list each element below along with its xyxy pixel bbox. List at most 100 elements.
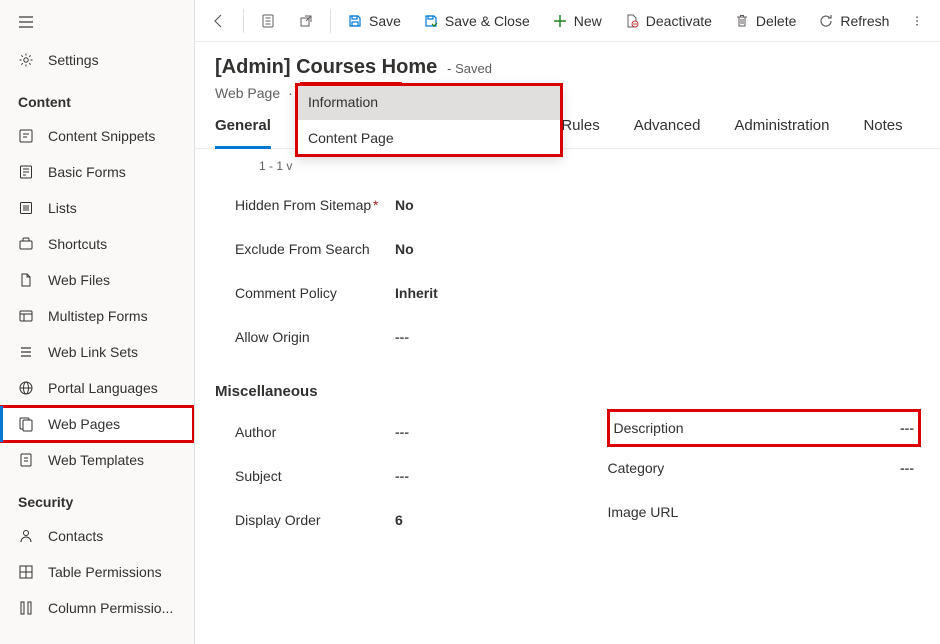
sidebar-label: Web Pages [48, 416, 120, 432]
dropdown-item-content-page[interactable]: Content Page [296, 120, 562, 156]
popout-button[interactable] [288, 7, 324, 35]
truncated-partial-row: 1 - 1 v [235, 159, 920, 173]
command-bar: Save Save & Close New Deactivate Delete … [195, 0, 940, 42]
sidebar-label: Portal Languages [48, 380, 158, 396]
sidebar-item-content-snippets[interactable]: Content Snippets [0, 118, 194, 154]
column-icon [18, 600, 34, 616]
save-icon [347, 13, 363, 29]
field-image-url[interactable]: Image URL [608, 490, 921, 534]
list-icon [18, 200, 34, 216]
sidebar-item-web-link-sets[interactable]: Web Link Sets [0, 334, 194, 370]
sidebar-item-portal-languages[interactable]: Portal Languages [0, 370, 194, 406]
field-value: No [395, 241, 414, 257]
hamburger-menu[interactable] [0, 0, 194, 42]
field-subject[interactable]: Subject --- [235, 454, 548, 498]
sidebar-item-shortcuts[interactable]: Shortcuts [0, 226, 194, 262]
page-title: [Admin] Courses Home [215, 56, 437, 79]
field-label: Description [614, 420, 754, 436]
field-allow-origin[interactable]: Allow Origin --- [235, 315, 920, 359]
new-button[interactable]: New [542, 7, 612, 35]
sidebar-label: Lists [48, 200, 77, 216]
deactivate-label: Deactivate [646, 13, 712, 29]
back-button[interactable] [201, 7, 237, 35]
form-body: 1 - 1 v Hidden From Sitemap* No Exclude … [195, 149, 940, 644]
linkset-icon [18, 344, 34, 360]
field-value: --- [395, 329, 409, 345]
tab-advanced[interactable]: Advanced [634, 117, 701, 148]
tab-notes[interactable]: Notes [863, 117, 902, 148]
tab-general[interactable]: General [215, 117, 271, 149]
deactivate-icon [624, 13, 640, 29]
refresh-icon [818, 13, 834, 29]
form-icon [18, 164, 34, 180]
field-description[interactable]: Description --- [608, 410, 921, 446]
field-label: Hidden From Sitemap* [235, 197, 395, 213]
sidebar-label: Contacts [48, 528, 103, 544]
hamburger-icon [18, 14, 34, 30]
page-icon [18, 416, 34, 432]
sidebar-item-contacts[interactable]: Contacts [0, 518, 194, 554]
more-vertical-icon [911, 13, 923, 29]
tab-administration[interactable]: Administration [734, 117, 829, 148]
page-status: - Saved [447, 61, 492, 76]
dropdown-item-information[interactable]: Information [296, 84, 562, 120]
field-value: 6 [395, 512, 403, 528]
gear-icon [18, 52, 34, 68]
field-value: --- [395, 424, 409, 440]
record-set-icon [260, 13, 276, 29]
sidebar-label: Shortcuts [48, 236, 107, 252]
multistep-icon [18, 308, 34, 324]
file-icon [18, 272, 34, 288]
sidebar-label: Column Permissio... [48, 600, 173, 616]
sidebar: Settings Content Content Snippets Basic … [0, 0, 195, 644]
field-category[interactable]: Category --- [608, 446, 921, 490]
field-value: --- [900, 420, 914, 436]
sidebar-item-column-permissions[interactable]: Column Permissio... [0, 590, 194, 626]
sidebar-item-web-files[interactable]: Web Files [0, 262, 194, 298]
saveclose-label: Save & Close [445, 13, 530, 29]
field-exclude-from-search[interactable]: Exclude From Search No [235, 227, 920, 271]
section-miscellaneous: Miscellaneous [215, 383, 920, 400]
field-hidden-from-sitemap[interactable]: Hidden From Sitemap* No [235, 183, 920, 227]
section-content-title: Content [0, 78, 194, 118]
field-value: --- [900, 460, 920, 476]
sidebar-label: Web Link Sets [48, 344, 138, 360]
field-label: Category [608, 460, 768, 476]
open-record-set-button[interactable] [250, 7, 286, 35]
trash-icon [734, 13, 750, 29]
form-selector-dropdown: Information Content Page [296, 84, 562, 156]
more-commands-button[interactable] [901, 7, 933, 35]
entity-name: Web Page [215, 85, 280, 101]
main-content: Save Save & Close New Deactivate Delete … [195, 0, 940, 644]
field-display-order[interactable]: Display Order 6 [235, 498, 548, 542]
field-comment-policy[interactable]: Comment Policy Inherit [235, 271, 920, 315]
sidebar-item-web-templates[interactable]: Web Templates [0, 442, 194, 478]
saveclose-icon [423, 13, 439, 29]
sidebar-item-table-permissions[interactable]: Table Permissions [0, 554, 194, 590]
field-value: No [395, 197, 414, 213]
sidebar-label: Web Templates [48, 452, 144, 468]
sidebar-item-web-pages[interactable]: Web Pages [0, 406, 194, 442]
saveclose-button[interactable]: Save & Close [413, 7, 540, 35]
delete-button[interactable]: Delete [724, 7, 806, 35]
back-arrow-icon [211, 13, 227, 29]
settings-label: Settings [48, 52, 99, 68]
save-button[interactable]: Save [337, 7, 411, 35]
person-icon [18, 528, 34, 544]
refresh-button[interactable]: Refresh [808, 7, 899, 35]
sidebar-item-multistep-forms[interactable]: Multistep Forms [0, 298, 194, 334]
plus-icon [552, 13, 568, 29]
sidebar-item-settings[interactable]: Settings [0, 42, 194, 78]
sidebar-label: Table Permissions [48, 564, 162, 580]
sidebar-item-lists[interactable]: Lists [0, 190, 194, 226]
field-author[interactable]: Author --- [235, 410, 548, 454]
field-label: Comment Policy [235, 285, 395, 301]
sidebar-label: Web Files [48, 272, 110, 288]
sidebar-item-basic-forms[interactable]: Basic Forms [0, 154, 194, 190]
sidebar-label: Multistep Forms [48, 308, 148, 324]
deactivate-button[interactable]: Deactivate [614, 7, 722, 35]
field-label: Exclude From Search [235, 241, 395, 257]
field-value: Inherit [395, 285, 438, 301]
shortcut-icon [18, 236, 34, 252]
snippet-icon [18, 128, 34, 144]
